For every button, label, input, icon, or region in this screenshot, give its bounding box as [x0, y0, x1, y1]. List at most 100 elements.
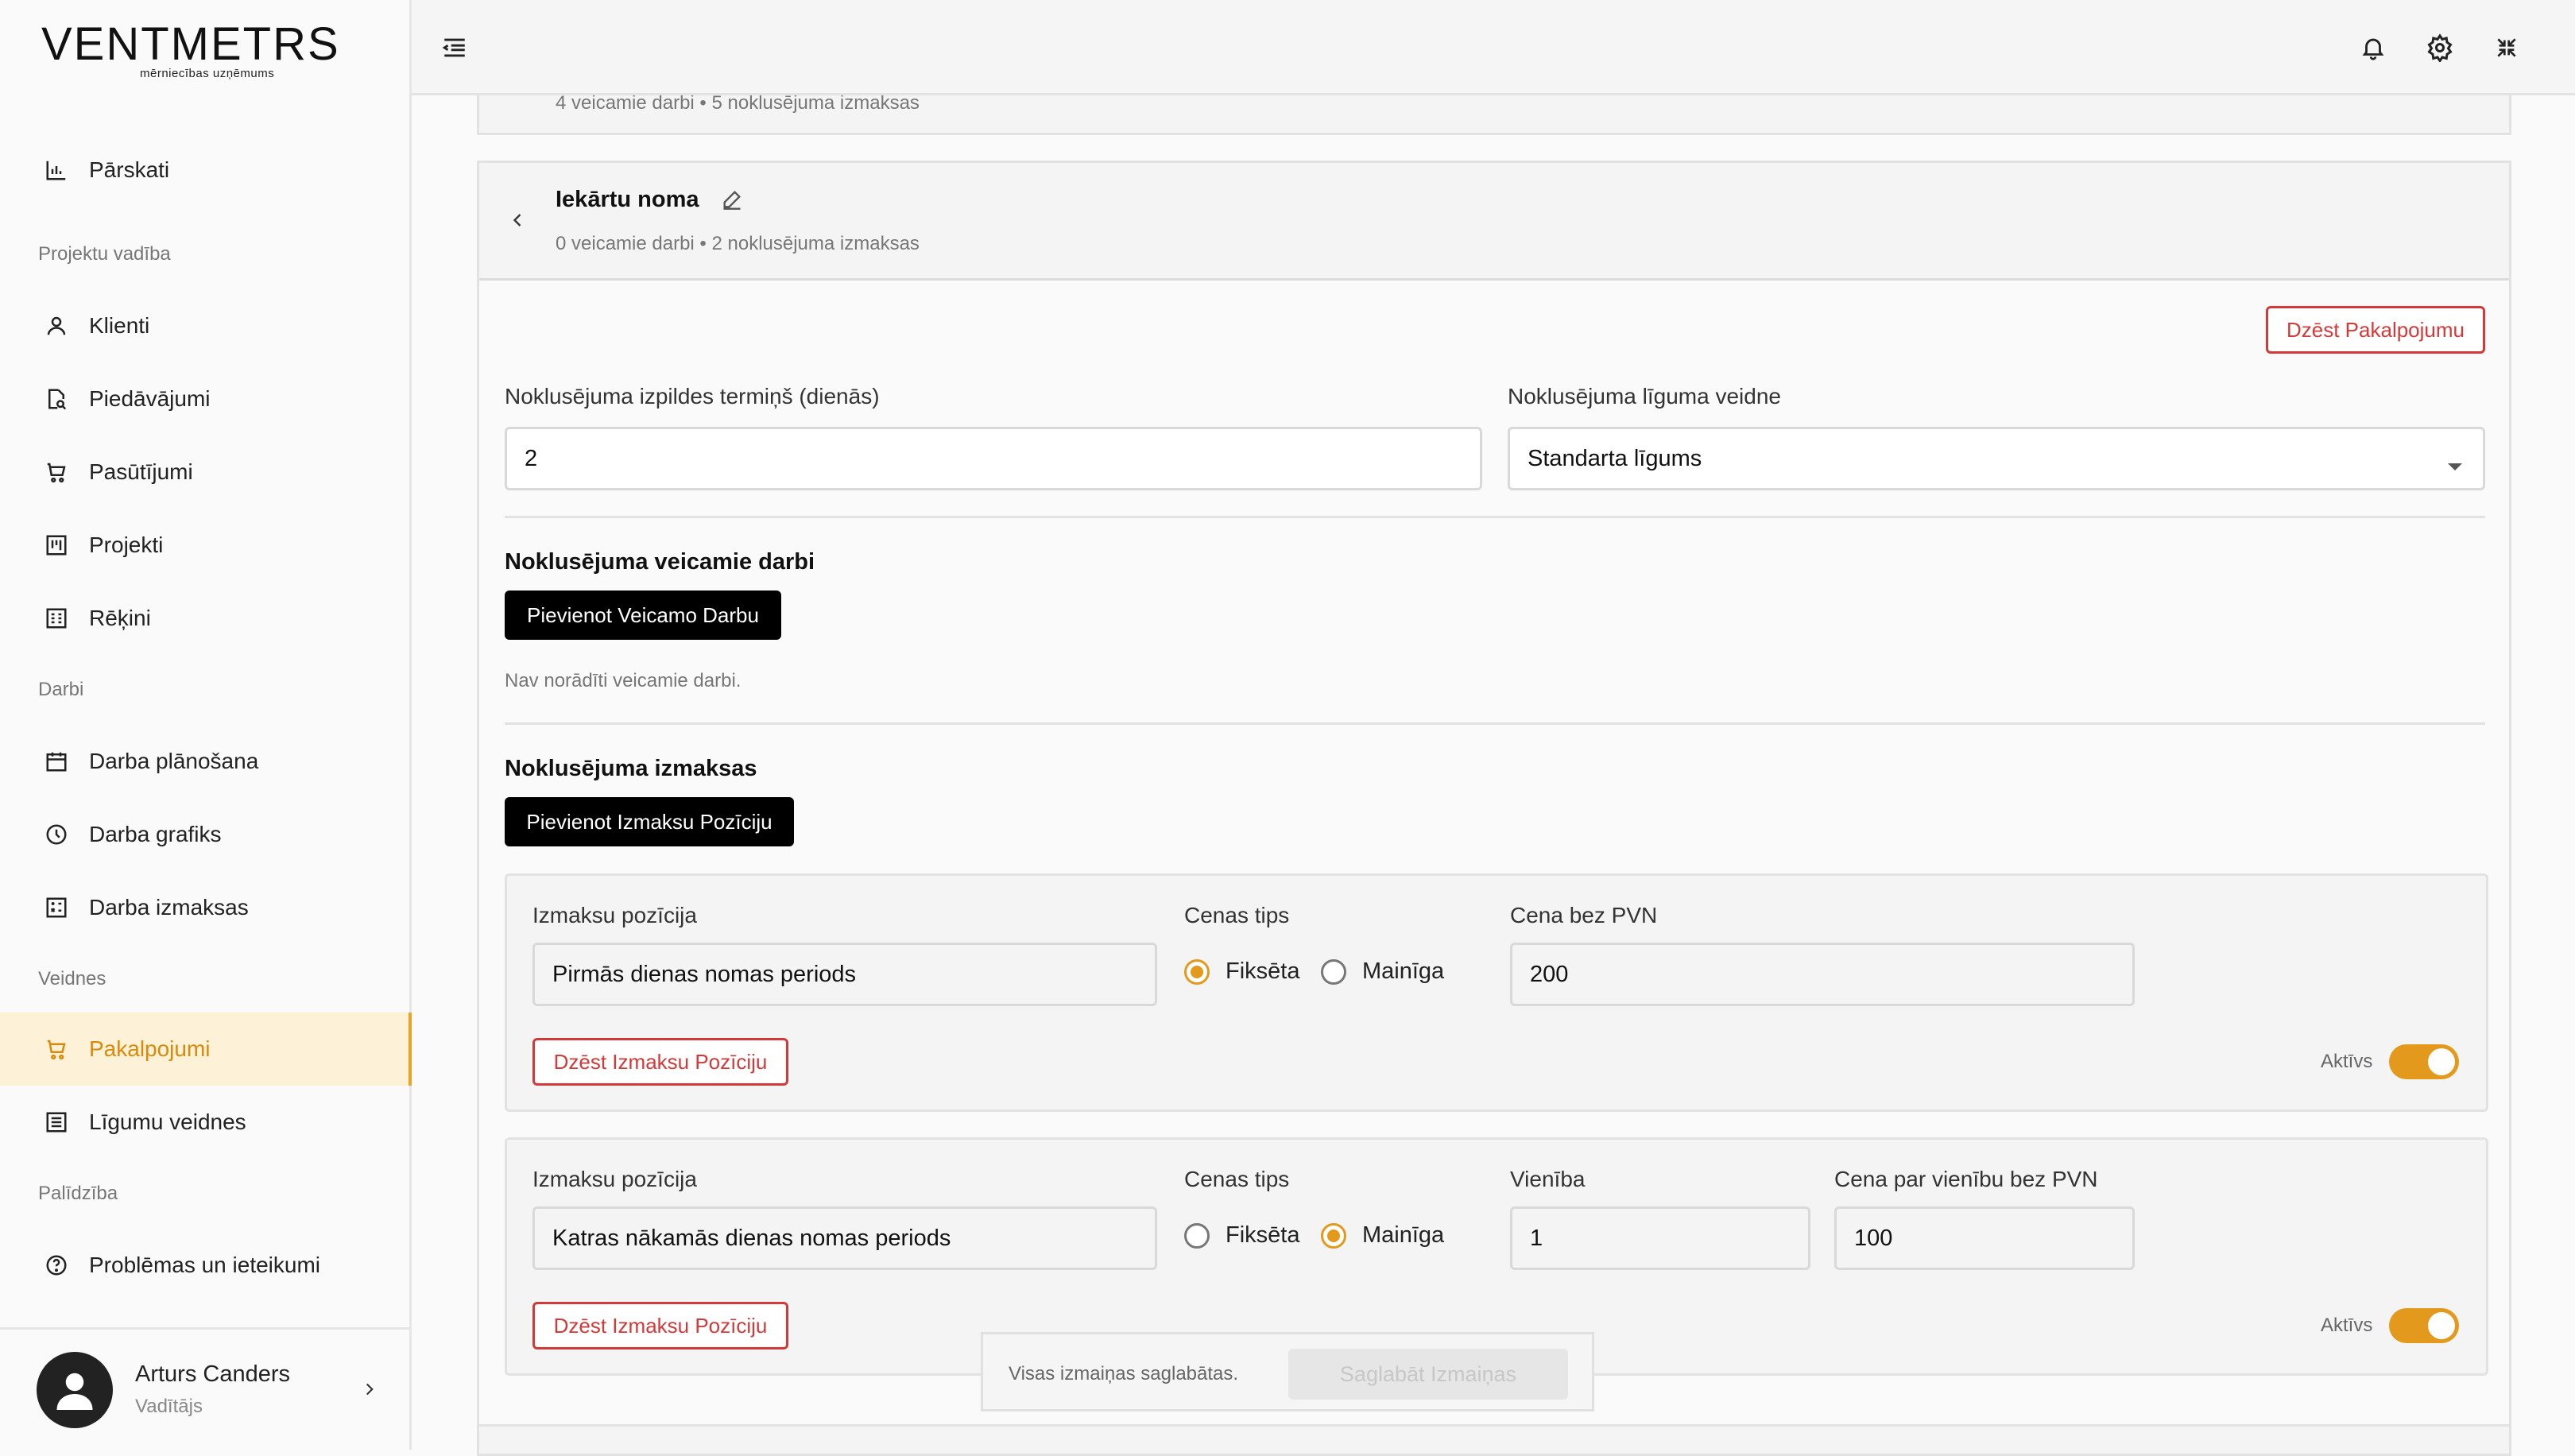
sidebar-item-problemas[interactable]: Problēmas un ieteikumi	[0, 1229, 412, 1302]
price-label: Cena bez PVN	[1510, 903, 1658, 927]
sidebar-item-label: Līgumu veidnes	[89, 1109, 246, 1134]
logo-text: VENTMETRS	[41, 18, 340, 70]
unit-input[interactable]: 1	[1510, 1206, 1810, 1270]
bell-icon[interactable]	[2356, 30, 2391, 65]
radio-fixed[interactable]: Fiksēta	[1184, 1222, 1299, 1249]
service-title: Iekārtu noma	[556, 187, 699, 212]
help-icon	[43, 1252, 70, 1279]
sidebar-item-rekini[interactable]: Rēķini	[0, 582, 412, 655]
template-select-value: Standarta līgums	[1528, 445, 1702, 471]
active-toggle[interactable]	[2389, 1044, 2459, 1079]
sidebar-item-label: Pasūtījumi	[89, 459, 193, 484]
radio-variable[interactable]: Mainīga	[1321, 958, 1444, 985]
logo[interactable]: VENTMETRS mērniecības uzņēmums	[41, 18, 340, 81]
board-icon	[43, 532, 70, 559]
logo-tagline: mērniecības uzņēmums	[140, 67, 275, 80]
delete-cost-button[interactable]: Dzēst Izmaksu Pozīciju	[532, 1038, 788, 1086]
user-icon	[43, 312, 70, 339]
sidebar-item-pasutijumi[interactable]: Pasūtījumi	[0, 436, 412, 509]
position-label: Izmaksu pozīcija	[532, 1167, 697, 1191]
active-label: Aktīvs	[2321, 1051, 2373, 1072]
menu-collapse-icon[interactable]	[437, 30, 472, 65]
sidebar-item-label: Pakalpojumi	[89, 1036, 211, 1061]
gear-icon[interactable]	[2422, 30, 2457, 65]
radio-dot	[1321, 1222, 1346, 1249]
main-content: 4 veicamie darbi • 5 noklusējuma izmaksa…	[412, 95, 2575, 1450]
cost-item: Izmaksu pozīcija Pirmās dienas nomas per…	[505, 873, 2488, 1112]
position-label: Izmaksu pozīcija	[532, 903, 697, 927]
divider	[505, 516, 2485, 518]
radio-variable-label: Mainīga	[1362, 958, 1445, 984]
cart-icon	[43, 1036, 70, 1063]
template-label: Noklusējuma līguma veidne	[1508, 384, 1781, 409]
add-cost-button[interactable]: Pievienot Izmaksu Pozīciju	[505, 797, 794, 846]
unit-price-label: Cena par vienību bez PVN	[1834, 1167, 2098, 1191]
sidebar-item-parskati[interactable]: Pārskati	[0, 134, 412, 207]
service-card-next[interactable]	[477, 1424, 2511, 1456]
unit-label: Vienība	[1510, 1167, 1586, 1191]
sidebar-item-darba-planosana[interactable]: Darba plānošana	[0, 725, 412, 798]
section-darbi: Darbi	[38, 679, 84, 700]
save-status: Visas izmaiņas saglabātas.	[1009, 1363, 1239, 1384]
sidebar-item-label: Darba grafiks	[89, 822, 222, 846]
sidebar-item-label: Darba plānošana	[89, 749, 259, 773]
sidebar-item-piedavajumi[interactable]: Piedāvājumi	[0, 362, 412, 436]
no-works-text: Nav norādīti veicamie darbi.	[505, 670, 742, 691]
position-input[interactable]: Katras nākamās dienas nomas periods	[532, 1206, 1157, 1270]
sidebar-item-klienti[interactable]: Klienti	[0, 289, 412, 362]
list-icon	[43, 1109, 70, 1136]
template-select[interactable]: Standarta līgums	[1508, 427, 2485, 490]
toggle-knob	[2428, 1312, 2455, 1339]
sidebar-item-label: Klienti	[89, 313, 150, 338]
delete-cost-button[interactable]: Dzēst Izmaksu Pozīciju	[532, 1302, 788, 1350]
radio-dot	[1184, 958, 1210, 985]
active-label: Aktīvs	[2321, 1315, 2373, 1336]
term-label: Noklusējuma izpildes termiņš (dienās)	[505, 384, 880, 409]
service-card-previous[interactable]: 4 veicamie darbi • 5 noklusējuma izmaksa…	[477, 95, 2511, 135]
sidebar-item-label: Problēmas un ieteikumi	[89, 1253, 321, 1277]
term-input[interactable]: 2	[505, 427, 1482, 490]
caret-down-icon	[2446, 453, 2464, 479]
sidebar-item-darba-izmaksas[interactable]: Darba izmaksas	[0, 871, 412, 944]
service-meta: 4 veicamie darbi • 5 noklusējuma izmaksa…	[556, 95, 920, 114]
add-work-button[interactable]: Pievienot Veicamo Darbu	[505, 591, 781, 640]
divider	[505, 722, 2485, 725]
user-role: Vadītājs	[135, 1396, 203, 1417]
top-bar	[412, 0, 2575, 95]
costs-heading: Noklusējuma izmaksas	[505, 756, 757, 781]
radio-variable[interactable]: Mainīga	[1321, 1222, 1444, 1249]
sidebar-item-label: Pārskati	[89, 157, 170, 182]
sidebar-item-pakalpojumi[interactable]: Pakalpojumi	[0, 1013, 412, 1086]
save-changes-button[interactable]: Saglabāt Izmaiņas	[1288, 1349, 1568, 1400]
price-input[interactable]: 200	[1510, 943, 2135, 1006]
calculator-icon	[43, 894, 70, 921]
invoice-icon	[43, 605, 70, 632]
sidebar-item-ligumu-veidnes[interactable]: Līgumu veidnes	[0, 1086, 412, 1159]
section-projektu-vadiba: Projektu vadība	[38, 243, 171, 265]
service-card: Iekārtu noma 0 veicamie darbi • 2 noklus…	[477, 161, 2511, 1432]
sidebar-item-label: Rēķini	[89, 606, 151, 630]
active-toggle[interactable]	[2389, 1308, 2459, 1343]
service-meta: 0 veicamie darbi • 2 noklusējuma izmaksa…	[556, 233, 920, 254]
delete-service-button[interactable]: Dzēst Pakalpojumu	[2266, 306, 2485, 354]
price-type-label: Cenas tips	[1184, 903, 1290, 927]
service-card-header[interactable]: Iekārtu noma 0 veicamie darbi • 2 noklus…	[479, 163, 2509, 281]
chevron-right-icon	[359, 1379, 380, 1404]
fullscreen-exit-icon[interactable]	[2489, 30, 2524, 65]
works-heading: Noklusējuma veicamie darbi	[505, 549, 815, 575]
chevron-left-icon[interactable]	[506, 209, 529, 235]
radio-dot	[1321, 958, 1346, 985]
pencil-icon[interactable]	[721, 188, 743, 215]
sidebar-item-projekti[interactable]: Projekti	[0, 509, 412, 582]
radio-fixed-label: Fiksēta	[1226, 958, 1300, 984]
radio-variable-label: Mainīga	[1362, 1222, 1445, 1248]
position-input[interactable]: Pirmās dienas nomas periods	[532, 943, 1157, 1006]
sidebar-item-darba-grafiks[interactable]: Darba grafiks	[0, 798, 412, 871]
bar-chart-icon	[43, 157, 70, 184]
user-profile[interactable]: Arturs Canders Vadītājs	[0, 1327, 412, 1450]
section-veidnes: Veidnes	[38, 968, 106, 989]
price-type-label: Cenas tips	[1184, 1167, 1290, 1191]
radio-fixed[interactable]: Fiksēta	[1184, 958, 1299, 985]
save-bar: Visas izmaiņas saglabātas. Saglabāt Izma…	[981, 1332, 1594, 1411]
unit-price-input[interactable]: 100	[1834, 1206, 2135, 1270]
